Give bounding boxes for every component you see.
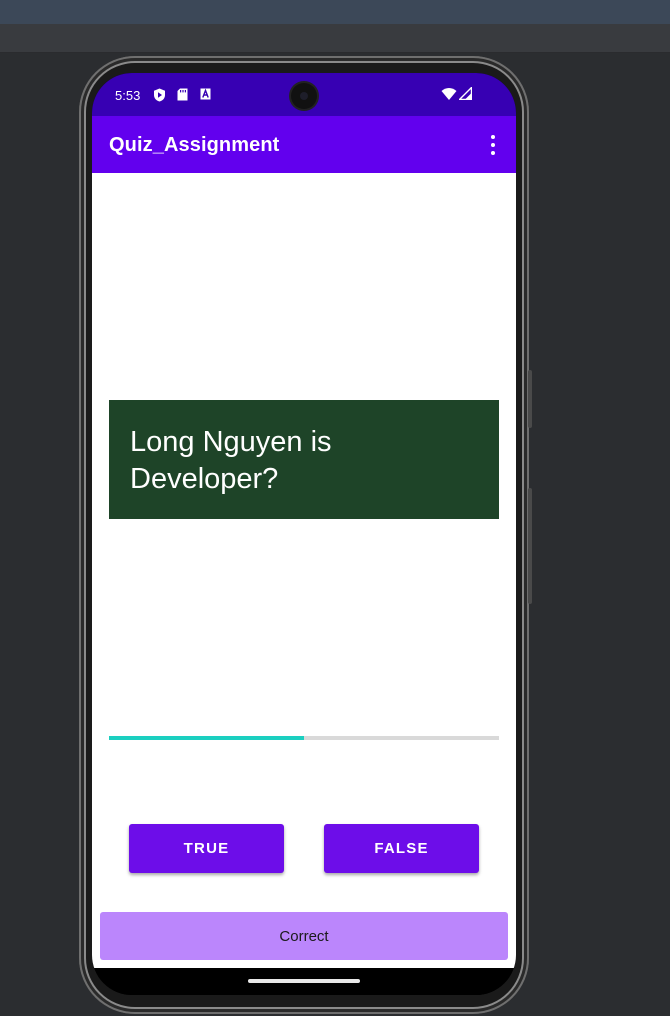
phone-volume-button[interactable] [528, 370, 532, 428]
question-card: Long Nguyen is Developer? [109, 400, 499, 519]
true-button[interactable]: TRUE [129, 824, 284, 873]
font-a-icon [200, 88, 211, 100]
shield-play-icon [154, 88, 165, 102]
phone-power-button[interactable] [528, 488, 532, 604]
more-vert-icon[interactable] [484, 133, 502, 157]
question-text: Long Nguyen is Developer? [130, 426, 332, 495]
home-gesture-handle[interactable] [248, 979, 360, 983]
ide-title-bar [0, 0, 670, 24]
sd-card-icon [177, 88, 188, 101]
result-message: Correct [100, 912, 508, 960]
quiz-progress-bar [109, 736, 499, 740]
gesture-nav-bar [92, 968, 516, 995]
device-screen: 5:53 Quiz_Assignment Long Nguyen is Deve… [92, 73, 516, 995]
app-title: Quiz_Assignment [109, 134, 280, 156]
result-text: Correct [279, 927, 329, 945]
app-toolbar: Quiz_Assignment [92, 116, 516, 173]
status-bar: 5:53 [92, 73, 516, 116]
front-camera [291, 83, 317, 109]
ide-toolbar [0, 24, 670, 53]
quiz-progress-fill [109, 736, 304, 740]
wifi-icon [441, 88, 457, 100]
status-time: 5:53 [115, 88, 141, 103]
cell-signal-icon [459, 87, 472, 100]
quiz-content: Long Nguyen is Developer? TRUE FALSE Cor… [92, 173, 516, 968]
false-button[interactable]: FALSE [324, 824, 479, 873]
